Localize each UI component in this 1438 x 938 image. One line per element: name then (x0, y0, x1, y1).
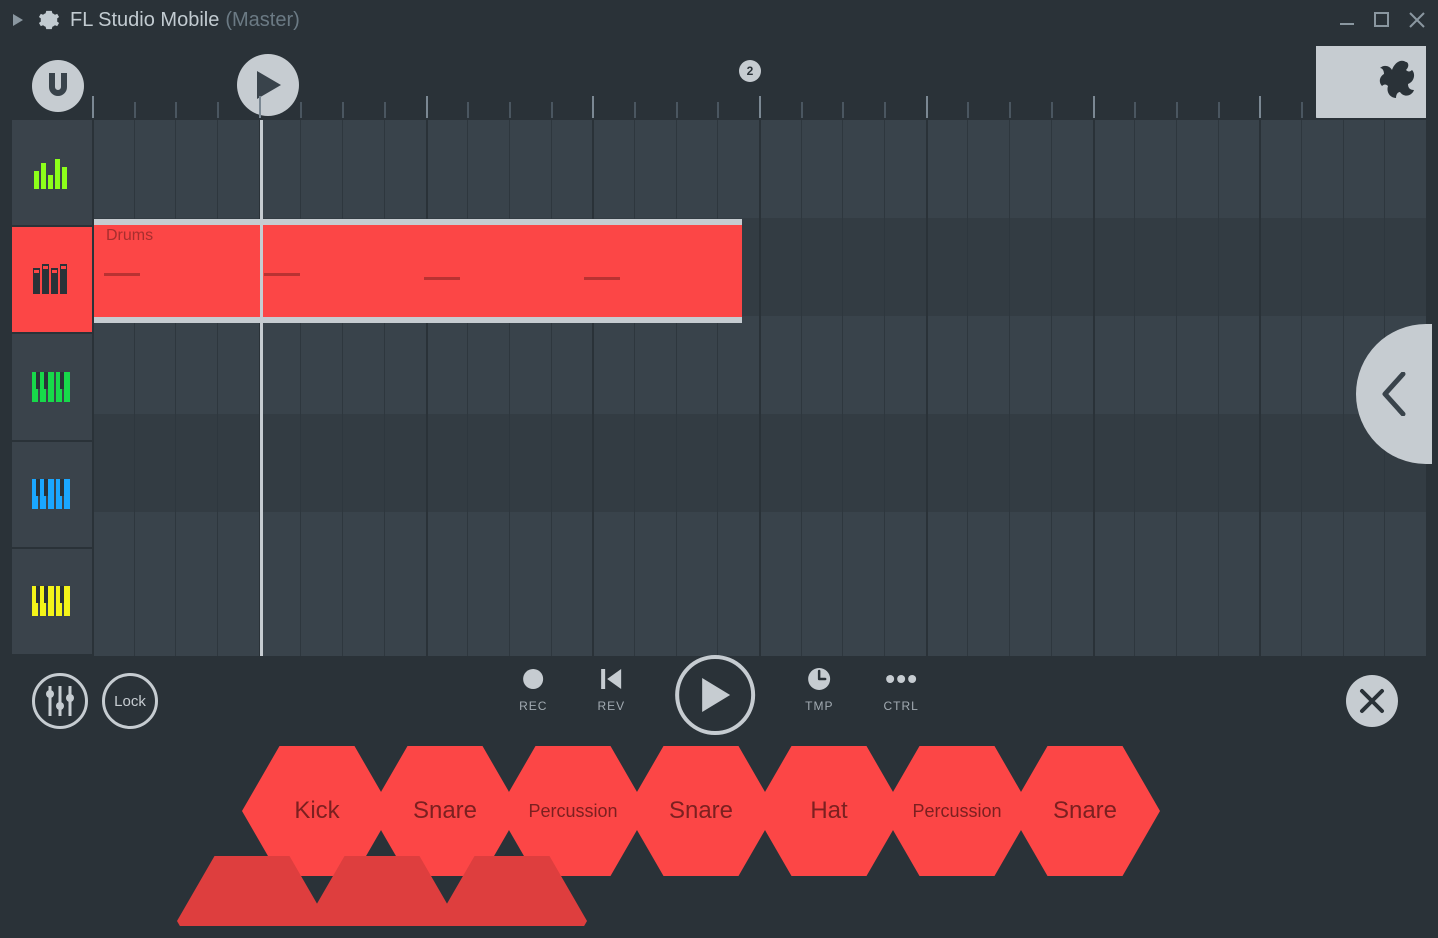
lock-button[interactable]: Lock (102, 673, 158, 729)
drum-pad[interactable]: Snare (1010, 746, 1160, 876)
drum-pad-label: Percussion (528, 801, 617, 822)
bar-marker[interactable]: 2 (739, 60, 761, 82)
drum-pad-label: Snare (669, 797, 733, 825)
keys-icon (32, 479, 72, 509)
tempo-button[interactable]: TMP (805, 667, 833, 713)
menu-arrow-icon[interactable] (12, 14, 24, 26)
drum-pad[interactable]: Percussion (882, 746, 1032, 876)
drum-pad-label: Snare (413, 797, 477, 825)
close-icon (1359, 688, 1385, 714)
magnet-icon (43, 71, 73, 101)
play-button[interactable] (675, 655, 755, 735)
play-icon (700, 678, 730, 712)
timeline-ruler[interactable]: 2 (12, 46, 1426, 118)
rewind-button[interactable]: REV (597, 667, 625, 713)
drum-machine-icon (33, 264, 71, 296)
close-panel-button[interactable] (1346, 675, 1398, 727)
clock-icon (807, 667, 831, 691)
app-root: FL Studio Mobile (Master) 2 (0, 0, 1438, 938)
sliders-icon (45, 684, 75, 718)
playhead-line[interactable] (260, 120, 263, 656)
more-icon (884, 667, 918, 691)
clip-name: Drums (106, 227, 153, 245)
play-icon (255, 71, 281, 99)
track-headers (12, 120, 92, 656)
record-icon (521, 667, 545, 691)
ruler-ticks (92, 102, 1426, 118)
maximize-icon[interactable] (1374, 12, 1390, 28)
minimize-icon[interactable] (1340, 12, 1356, 28)
settings-gear-icon[interactable] (38, 9, 60, 31)
track-header-keys-green[interactable] (12, 334, 92, 439)
transport-bar: Lock REC REV TMP (12, 656, 1426, 746)
control-button[interactable]: CTRL (884, 667, 919, 713)
levels-icon (34, 157, 70, 189)
workspace: 2 (12, 46, 1426, 926)
drums-clip[interactable]: Drums (94, 219, 742, 323)
drum-pad[interactable]: Snare (626, 746, 776, 876)
track-header-keys-blue[interactable] (12, 442, 92, 547)
rewind-icon (599, 667, 623, 691)
grid-background (92, 120, 1426, 656)
drum-pads: Kick Snare Percussion Snare Hat Percussion Sna… (12, 746, 1426, 926)
drum-pad-label: Snare (1053, 797, 1117, 825)
lane-area[interactable]: Drums (92, 120, 1426, 656)
keys-icon (32, 372, 72, 402)
snap-button[interactable] (32, 60, 84, 112)
drum-pad[interactable]: Hat (754, 746, 904, 876)
track-area: Drums (12, 118, 1426, 656)
mixer-button[interactable] (32, 673, 88, 729)
chevron-left-icon (1381, 372, 1407, 416)
keys-icon (32, 586, 72, 616)
window-close-icon[interactable] (1408, 11, 1426, 29)
app-title: FL Studio Mobile (70, 9, 219, 32)
transport-center: REC REV TMP CTRL (519, 667, 919, 735)
record-button[interactable]: REC (519, 667, 547, 713)
drum-pad-label: Hat (810, 797, 847, 825)
track-header-keys-yellow[interactable] (12, 549, 92, 654)
track-header-drums[interactable] (12, 227, 92, 332)
app-context: (Master) (225, 9, 299, 32)
drum-pad-label: Percussion (912, 801, 1001, 822)
drum-pad-label: Kick (294, 797, 339, 825)
titlebar: FL Studio Mobile (Master) (0, 0, 1438, 40)
track-header-master[interactable] (12, 120, 92, 225)
lock-label: Lock (114, 693, 146, 710)
